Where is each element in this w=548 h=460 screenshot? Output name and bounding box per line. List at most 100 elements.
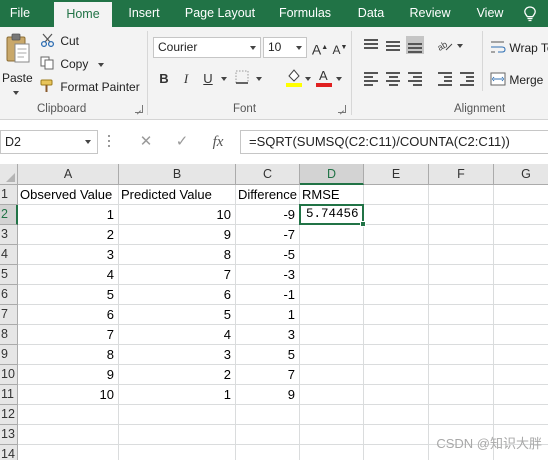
row-header-9[interactable]: 9 [0,345,18,365]
cell-b5[interactable]: 7 [119,265,236,285]
cell-e3[interactable] [364,225,429,245]
copy-chevron-down-icon[interactable] [97,62,104,67]
cell-b14[interactable] [119,445,236,460]
cell-d3[interactable] [300,225,364,245]
insert-function-icon[interactable]: fx [206,130,230,154]
column-header-e[interactable]: E [364,164,429,185]
tab-file[interactable]: File [0,0,40,27]
cell-g9[interactable] [494,345,548,365]
cell-c4[interactable]: -5 [236,245,300,265]
decrease-font-size-icon[interactable]: A▼ [330,38,350,58]
cell-g2[interactable] [494,205,548,225]
formula-input[interactable]: =SQRT(SUMSQ(C2:C11)/COUNTA(C2:C11)) [240,130,548,154]
middle-align-icon[interactable] [384,36,402,54]
cell-e1[interactable] [364,185,429,205]
cell-e7[interactable] [364,305,429,325]
cell-c14[interactable] [236,445,300,460]
cell-f2[interactable] [429,205,494,225]
copy-button[interactable]: Copy [40,56,104,71]
cell-e4[interactable] [364,245,429,265]
decrease-indent-icon[interactable] [436,69,454,87]
italic-button[interactable]: I [176,69,196,89]
orientation-chevron-down-icon[interactable] [457,44,463,48]
tab-page-layout[interactable]: Page Layout [180,0,260,27]
tab-insert[interactable]: Insert [120,0,168,27]
cell-g5[interactable] [494,265,548,285]
cell-d12[interactable] [300,405,364,425]
cell-b11[interactable]: 1 [119,385,236,405]
row-header-8[interactable]: 8 [0,325,18,345]
cell-f5[interactable] [429,265,494,285]
cell-e5[interactable] [364,265,429,285]
column-header-c[interactable]: C [236,164,300,185]
align-right-icon[interactable] [406,69,424,87]
merge-center-button[interactable]: Merge [490,72,543,87]
cell-f6[interactable] [429,285,494,305]
tab-data[interactable]: Data [350,0,392,27]
cell-e9[interactable] [364,345,429,365]
cell-d9[interactable] [300,345,364,365]
cell-g3[interactable] [494,225,548,245]
cell-g11[interactable] [494,385,548,405]
tab-review[interactable]: Review [402,0,458,27]
cell-g12[interactable] [494,405,548,425]
cell-c7[interactable]: 1 [236,305,300,325]
cell-a6[interactable]: 5 [18,285,119,305]
cancel-icon[interactable]: ✕ [134,130,158,154]
cell-c2[interactable]: -9 [236,205,300,225]
cell-f11[interactable] [429,385,494,405]
cell-c10[interactable]: 7 [236,365,300,385]
cell-a7[interactable]: 6 [18,305,119,325]
row-header-1[interactable]: 1 [0,185,18,205]
font-size-select[interactable]: 10 [263,37,307,58]
cell-d14[interactable] [300,445,364,460]
cell-c1[interactable]: Difference [236,185,300,205]
paste-button[interactable]: Paste [0,31,34,97]
cell-e2[interactable] [364,205,429,225]
font-name-select[interactable]: Courier [153,37,261,58]
cell-b3[interactable]: 9 [119,225,236,245]
underline-chevron-down-icon[interactable] [221,77,227,81]
cell-d11[interactable] [300,385,364,405]
cut-button[interactable]: Cut [40,33,79,48]
increase-indent-icon[interactable] [458,69,476,87]
cell-b9[interactable]: 3 [119,345,236,365]
formula-bar-resize-handle[interactable] [108,135,111,149]
cell-d2[interactable]: 5.74456 [300,205,364,225]
cell-e12[interactable] [364,405,429,425]
cell-b7[interactable]: 5 [119,305,236,325]
fill-color-chevron-down-icon[interactable] [305,77,311,81]
cell-a13[interactable] [18,425,119,445]
cell-f3[interactable] [429,225,494,245]
row-header-10[interactable]: 10 [0,365,18,385]
tab-home[interactable]: Home [54,2,112,27]
bold-button[interactable]: B [154,69,174,89]
cell-g4[interactable] [494,245,548,265]
cell-c6[interactable]: -1 [236,285,300,305]
bottom-align-icon[interactable] [406,36,424,54]
cell-d13[interactable] [300,425,364,445]
enter-checkmark-icon[interactable]: ✓ [170,130,194,154]
cell-f9[interactable] [429,345,494,365]
font-color-chevron-down-icon[interactable] [336,77,342,81]
wrap-text-button[interactable]: Wrap Te [490,40,548,55]
cell-g6[interactable] [494,285,548,305]
cell-e6[interactable] [364,285,429,305]
row-header-5[interactable]: 5 [0,265,18,285]
increase-font-size-icon[interactable]: A▲ [310,38,330,58]
cell-d1[interactable]: RMSE [300,185,364,205]
cell-b4[interactable]: 8 [119,245,236,265]
cell-g7[interactable] [494,305,548,325]
select-all-button[interactable] [0,164,18,185]
cell-a14[interactable] [18,445,119,460]
cell-c5[interactable]: -3 [236,265,300,285]
top-align-icon[interactable] [362,36,380,54]
column-header-g[interactable]: G [494,164,548,185]
tab-view[interactable]: View [468,0,512,27]
column-header-f[interactable]: F [429,164,494,185]
cell-f7[interactable] [429,305,494,325]
orientation-icon[interactable]: ab [435,36,454,54]
cell-a5[interactable]: 4 [18,265,119,285]
cell-g8[interactable] [494,325,548,345]
cell-f10[interactable] [429,365,494,385]
